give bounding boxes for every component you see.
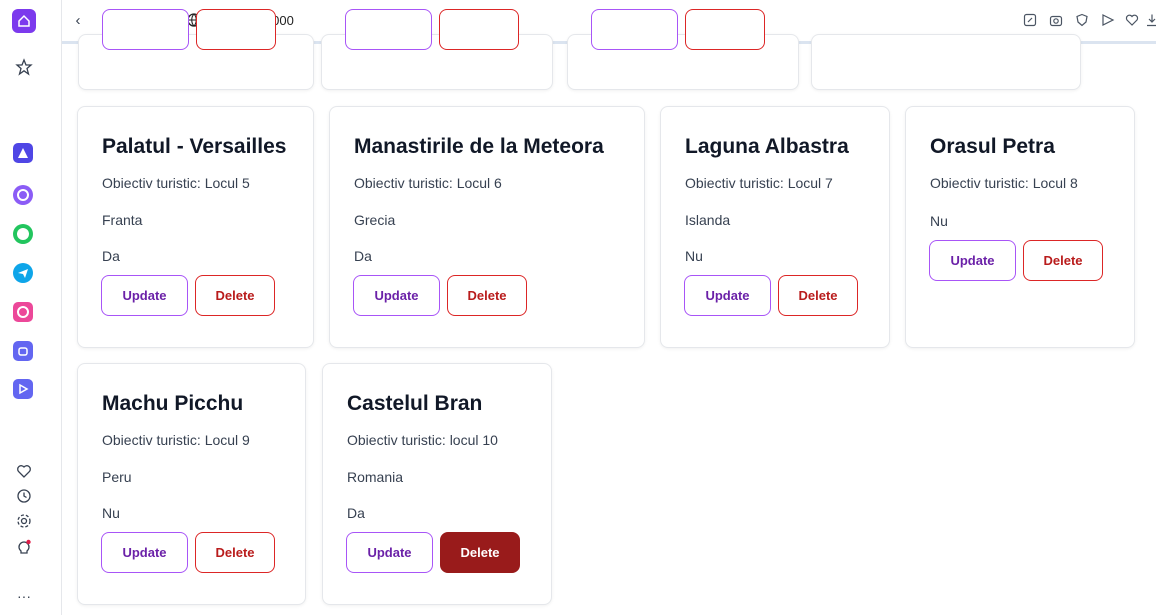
cards-grid: Palatul - Versailles Obiectiv turistic: … (62, 9, 1156, 615)
delete-button[interactable]: Delete (447, 275, 527, 316)
card-flag: Da (102, 248, 120, 264)
card-title: Castelul Bran (347, 392, 483, 415)
card-country: Franta (102, 212, 143, 228)
card-locul-10: Castelul Bran Obiectiv turistic: locul 1… (322, 363, 552, 605)
update-button[interactable] (345, 9, 432, 50)
delete-button[interactable] (196, 9, 276, 50)
card-title: Machu Picchu (102, 392, 244, 415)
update-button[interactable]: Update (929, 240, 1016, 281)
delete-button[interactable]: Delete (440, 532, 520, 573)
delete-button[interactable] (439, 9, 519, 50)
lightbulb-icon[interactable] (13, 537, 35, 559)
edit-icon[interactable] (1022, 12, 1038, 28)
card-locul-8: Orasul Petra Obiectiv turistic: Locul 8 … (905, 106, 1135, 348)
update-button[interactable] (102, 9, 189, 50)
card-locul-7: Laguna Albastra Obiectiv turistic: Locul… (660, 106, 890, 348)
send-icon[interactable] (1100, 12, 1116, 28)
settings-icon[interactable] (13, 510, 35, 532)
card-flag: Nu (930, 213, 948, 229)
update-button[interactable]: Update (353, 275, 440, 316)
update-button[interactable]: Update (101, 275, 188, 316)
delete-button[interactable] (685, 9, 765, 50)
card-partial (567, 9, 799, 90)
card-subtitle: Obiectiv turistic: Locul 7 (685, 175, 833, 191)
card-country: Islanda (685, 212, 731, 228)
delete-button[interactable]: Delete (1023, 240, 1103, 281)
download-icon[interactable] (1144, 12, 1156, 28)
card-locul-9: Machu Picchu Obiectiv turistic: Locul 9 … (77, 363, 306, 605)
favorite-icon[interactable] (1124, 12, 1140, 28)
card-country: Peru (102, 469, 132, 485)
card-flag: Da (354, 248, 372, 264)
star-icon[interactable] (13, 56, 35, 78)
delete-button[interactable]: Delete (778, 275, 858, 316)
card-flag: Nu (685, 248, 703, 264)
delete-button[interactable]: Delete (195, 532, 275, 573)
card-partial (811, 34, 1081, 90)
home-icon[interactable] (12, 9, 36, 33)
back-icon[interactable]: ‹ (68, 10, 88, 30)
card-country: Romania (347, 469, 404, 485)
card-title: Manastirile de la Meteora (354, 135, 604, 158)
app-sidebar: ··· (0, 0, 62, 615)
app-icon[interactable] (13, 143, 33, 163)
card-title: Laguna Albastra (685, 135, 849, 158)
card-subtitle: Obiectiv turistic: Locul 9 (102, 432, 250, 448)
history-icon[interactable] (13, 485, 35, 507)
music-icon[interactable] (13, 341, 33, 361)
card-subtitle: Obiectiv turistic: Locul 6 (354, 175, 502, 191)
card-country: Grecia (354, 212, 396, 228)
card-subtitle: Obiectiv turistic: locul 10 (347, 432, 498, 448)
camera-icon[interactable] (1048, 12, 1064, 28)
card-flag: Nu (102, 505, 120, 521)
whatsapp-icon[interactable] (13, 224, 33, 244)
card-locul-5: Palatul - Versailles Obiectiv turistic: … (77, 106, 314, 348)
card-title: Orasul Petra (930, 135, 1055, 158)
player-icon[interactable] (13, 379, 33, 399)
card-subtitle: Obiectiv turistic: Locul 8 (930, 175, 1078, 191)
card-title: Palatul - Versailles (102, 135, 287, 158)
telegram-icon[interactable] (13, 263, 33, 283)
card-flag: Da (347, 505, 365, 521)
messenger-icon[interactable] (13, 185, 33, 205)
shield-icon[interactable] (1074, 12, 1090, 28)
heart-icon[interactable] (13, 460, 35, 482)
more-icon[interactable]: ··· (13, 585, 35, 607)
update-button[interactable]: Update (101, 532, 188, 573)
update-button[interactable]: Update (684, 275, 771, 316)
card-subtitle: Obiectiv turistic: Locul 5 (102, 175, 250, 191)
card-partial (321, 9, 553, 90)
card-partial (78, 9, 314, 90)
delete-button[interactable]: Delete (195, 275, 275, 316)
update-button[interactable]: Update (346, 532, 433, 573)
update-button[interactable] (591, 9, 678, 50)
instagram-icon[interactable] (13, 302, 33, 322)
card-locul-6: Manastirile de la Meteora Obiectiv turis… (329, 106, 645, 348)
